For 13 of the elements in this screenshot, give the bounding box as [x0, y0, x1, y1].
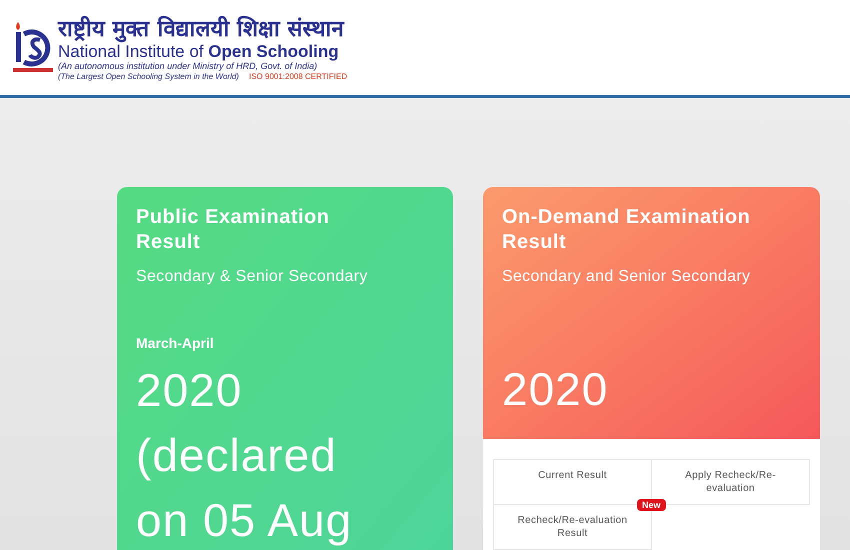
institute-name: National Institute of Open Schooling	[58, 42, 340, 61]
card-title: Public Examination Result	[136, 205, 330, 255]
result-year: 2020 (declared on 05 Aug	[136, 363, 354, 548]
card-subtitle: Secondary & Senior Secondary	[136, 267, 369, 287]
tagline: (An autonomous institution under Ministry of HRD, Govt. of India)	[58, 61, 318, 72]
result-year: 2020	[502, 362, 610, 417]
card-subtitle: Secondary and Senior Secondary	[502, 267, 752, 287]
certification-label: ISO 9001:2008 CERTIFIED	[248, 72, 348, 82]
new-badge: New	[637, 499, 666, 511]
session-label: March-April	[136, 334, 215, 352]
tagline: (The Largest Open Schooling System in the World)	[58, 72, 239, 82]
hindi-name: राष्ट्रीय मुक्त विद्यालयी शिक्षा संस्थान	[58, 18, 346, 42]
card-title: On-Demand Examination Result	[502, 205, 752, 255]
